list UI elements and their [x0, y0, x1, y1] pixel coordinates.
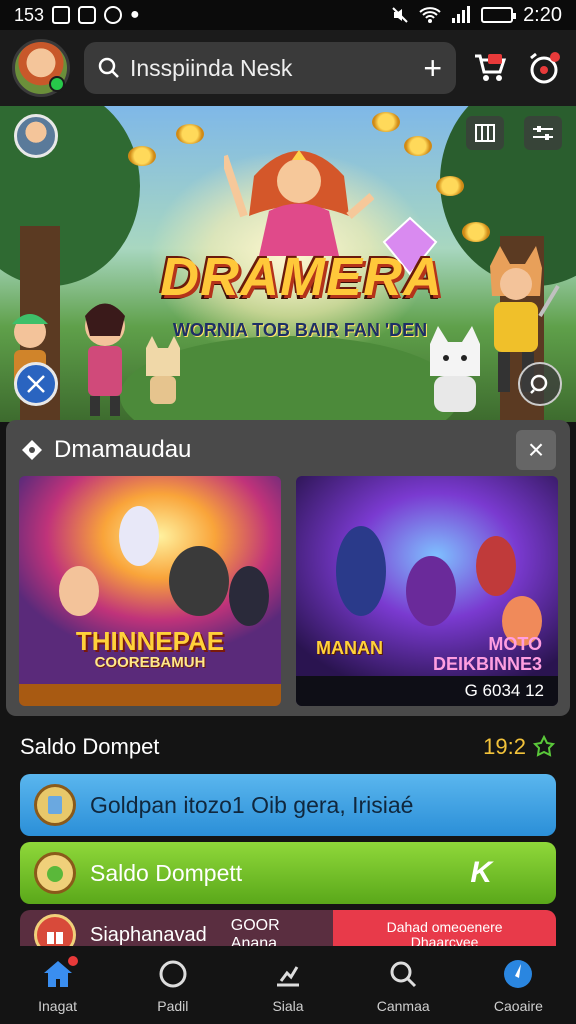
refresh-icon[interactable]: [532, 735, 556, 759]
search-input[interactable]: Insspiinda Nesk: [130, 55, 413, 82]
action-label: Siaphanavad: [90, 923, 207, 946]
search-bar[interactable]: Insspiinda Nesk +: [84, 42, 456, 94]
search-nav-icon: [390, 961, 417, 988]
action-button-wallet[interactable]: Saldo Dompett K: [20, 842, 556, 904]
nav-label: Canmaa: [376, 998, 430, 1014]
filter-icon: [533, 126, 553, 140]
nav-item-home[interactable]: Inagat: [0, 946, 115, 1024]
game-card[interactable]: THINNEPAE COOREBAMUH: [19, 476, 281, 706]
stats-icon: [277, 966, 299, 987]
user-avatar[interactable]: [12, 39, 70, 97]
notification-dot: [67, 956, 78, 966]
coin-decoration: [462, 222, 490, 242]
character-illustration: [85, 303, 125, 416]
bag-icon: [34, 852, 76, 894]
hero-title: DRAMERA: [160, 247, 443, 307]
popup-title: Dmamaudau: [54, 436, 192, 463]
character-illustration: [476, 536, 516, 596]
chat-icon: [159, 960, 187, 988]
coin-decoration: [176, 124, 204, 144]
hero-filter-button[interactable]: [524, 116, 562, 150]
game-card-subtitle: COOREBAMUH: [94, 654, 206, 671]
character-illustration: [119, 506, 159, 566]
wifi-icon: [419, 7, 441, 23]
balance-label: Saldo Dompet: [20, 734, 160, 759]
nav-label: Caoaire: [493, 998, 543, 1014]
alarm-button[interactable]: [524, 48, 564, 88]
game-card-footer: G 6034 12: [296, 676, 558, 706]
game-card-title: MANAN: [316, 638, 383, 658]
online-indicator: [49, 76, 65, 92]
character-illustration: [229, 566, 269, 626]
heroine-illustration: [224, 150, 374, 256]
nav-label: Padil: [157, 998, 189, 1014]
mute-icon: [392, 7, 408, 23]
search-icon: [530, 374, 548, 394]
nav-label: Inagat: [38, 998, 78, 1014]
cat-illustration: [146, 336, 180, 404]
nav-item-search[interactable]: Canmaa: [346, 946, 461, 1024]
notification-icon: ●: [130, 6, 140, 23]
character-illustration: [336, 526, 386, 616]
cart-icon: [475, 54, 507, 81]
battery-icon: [481, 7, 517, 23]
grid-icon: [475, 124, 495, 142]
action-label: Saldo Dompett: [90, 859, 243, 886]
character-illustration: [406, 556, 456, 626]
hero-subtitle: WORNIA TOB BAIR FAN 'DEN: [172, 320, 428, 340]
coin-decoration: [436, 176, 464, 196]
notification-icon: [104, 6, 123, 24]
nav-item-stats[interactable]: Siala: [230, 946, 345, 1024]
game-card[interactable]: MANAN MOTO DEIKBINNE3 G 6034 12: [296, 476, 558, 706]
notification-icon: [78, 6, 97, 24]
notification-icon: [52, 6, 71, 24]
game-card-subtitle: MOTO DEIKBINNE3: [433, 634, 542, 674]
character-illustration: [169, 546, 229, 616]
wallet-icon: [34, 784, 76, 826]
top-header: Insspiinda Nesk +: [0, 30, 576, 106]
promo-tag-line: Dahad omeoenere: [386, 919, 503, 935]
hero-search-button[interactable]: [518, 362, 562, 406]
status-time: 2:20: [523, 3, 562, 26]
alarm-icon: [530, 52, 560, 84]
sword-icon: [27, 375, 45, 393]
hero-sword-button[interactable]: [14, 362, 58, 406]
status-left-text: 153: [14, 4, 45, 25]
signal-icon: [452, 6, 471, 23]
cart-button[interactable]: [470, 48, 510, 88]
game-card-subtitle-line: MOTO: [488, 634, 542, 654]
balance-row: Saldo Dompet 19:2: [20, 730, 556, 764]
character-illustration: [59, 566, 99, 616]
search-icon: [98, 57, 119, 78]
action-label: Goldpan itozo1 Oib gera, Irisiaé: [90, 791, 414, 818]
coin-decoration: [404, 136, 432, 156]
bottom-nav: Inagat Padil Siala Canmaa Caoaire: [0, 946, 576, 1024]
nav-item-chat[interactable]: Padil: [115, 946, 230, 1024]
balance-value: 19:2: [483, 734, 526, 759]
action-button-deposit[interactable]: Goldpan itozo1 Oib gera, Irisiaé: [20, 774, 556, 836]
status-bar: 153 ● 2:20: [0, 0, 576, 30]
action-badge: K: [470, 856, 492, 889]
game-card-footer: [19, 684, 281, 706]
tag-icon: [22, 440, 42, 460]
game-card-subtitle-line: DEIKBINNE3: [432, 654, 542, 674]
nav-item-explore[interactable]: Caoaire: [461, 946, 576, 1024]
popup-panel: Dmamaudau × THINNEPAE COOREBAMUH MANAN M…: [6, 420, 570, 716]
nav-label: Siala: [272, 998, 304, 1014]
coin-decoration: [128, 146, 156, 166]
popup-close-button[interactable]: ×: [516, 430, 556, 470]
hero-grid-button[interactable]: [466, 116, 504, 150]
close-icon: ×: [527, 434, 545, 465]
game-card-title: THINNEPAE: [75, 626, 225, 656]
coin-decoration: [372, 112, 400, 132]
compass-icon: [504, 960, 533, 988]
popup-header: Dmamaudau ×: [20, 430, 556, 470]
hero-banner[interactable]: DRAMERA WORNIA TOB BAIR FAN 'DEN: [0, 106, 576, 422]
hero-avatar-button[interactable]: [14, 114, 58, 158]
add-button[interactable]: +: [423, 52, 442, 84]
